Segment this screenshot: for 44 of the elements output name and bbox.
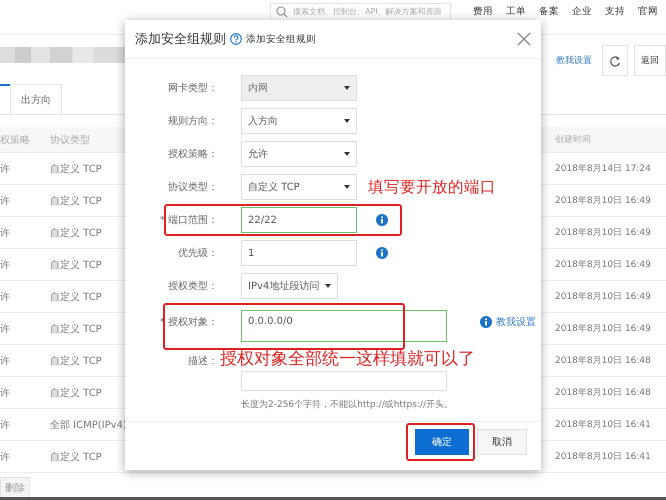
field-label: 规则方向： — [167, 114, 218, 128]
table-cell: 许 — [0, 185, 50, 217]
select-field[interactable]: 入方向 — [241, 108, 357, 134]
back-button[interactable]: 返回 — [634, 45, 666, 76]
field-label: 优先级： — [177, 246, 218, 260]
column-header: 权策略 — [0, 127, 50, 153]
annotation-text: 填写要开放的端口 — [368, 176, 496, 198]
confirm-button[interactable]: 确定 — [415, 429, 469, 455]
select-field[interactable]: 自定义 TCP — [241, 174, 357, 200]
table-cell: 许 — [0, 441, 50, 473]
table-cell: 许 — [0, 345, 50, 377]
nav-link[interactable]: 费用 — [473, 5, 493, 18]
field-label: 授权策略： — [167, 148, 218, 161]
nav-link[interactable]: 备案 — [539, 5, 559, 18]
input-field[interactable]: 22/22 — [241, 207, 357, 233]
nav-link[interactable]: 官网 — [638, 5, 658, 18]
table-cell: 许 — [0, 313, 50, 345]
field-label: 授权类型： — [167, 280, 218, 293]
nav-link[interactable]: 企业 — [572, 5, 592, 18]
nav-link[interactable]: 支持 — [605, 5, 625, 18]
help-link[interactable]: 教我设置 — [556, 54, 592, 67]
cancel-button[interactable]: 取消 — [477, 429, 527, 455]
annotation-text: 授权对象全部统一这样填就可以了 — [220, 349, 475, 370]
table-cell: 许 — [0, 249, 50, 281]
field-label: 网卡类型： — [167, 82, 218, 95]
select-field[interactable]: 允许 — [241, 141, 357, 167]
table-cell: 许 — [0, 153, 50, 185]
hint-text: 长度为2-256个字符，不能以http://或https://开头。 — [241, 398, 454, 411]
help-link[interactable]: 添加安全组规则 — [246, 32, 316, 46]
select-field[interactable]: IPv4地址段访问 — [241, 273, 338, 299]
dialog-title: 添加安全组规则 — [135, 31, 226, 48]
table-cell: 许 — [0, 377, 50, 409]
nav-link[interactable]: 工单 — [506, 5, 526, 18]
table-cell: 许 — [0, 217, 50, 249]
tab[interactable]: 出方向 — [10, 84, 62, 114]
field-label: 描述： — [187, 354, 218, 368]
column-header: 协议类型 — [50, 127, 125, 153]
field-label: 协议类型： — [167, 180, 218, 194]
column-header: 创建时间 — [541, 127, 666, 153]
text-area[interactable]: 0.0.0.0/0 — [241, 310, 447, 342]
table-cell: 许 — [0, 409, 50, 441]
input-field[interactable]: 1 — [241, 240, 357, 266]
help-link[interactable]: 教我设置 — [480, 315, 536, 329]
table-cell: 许 — [0, 281, 50, 313]
